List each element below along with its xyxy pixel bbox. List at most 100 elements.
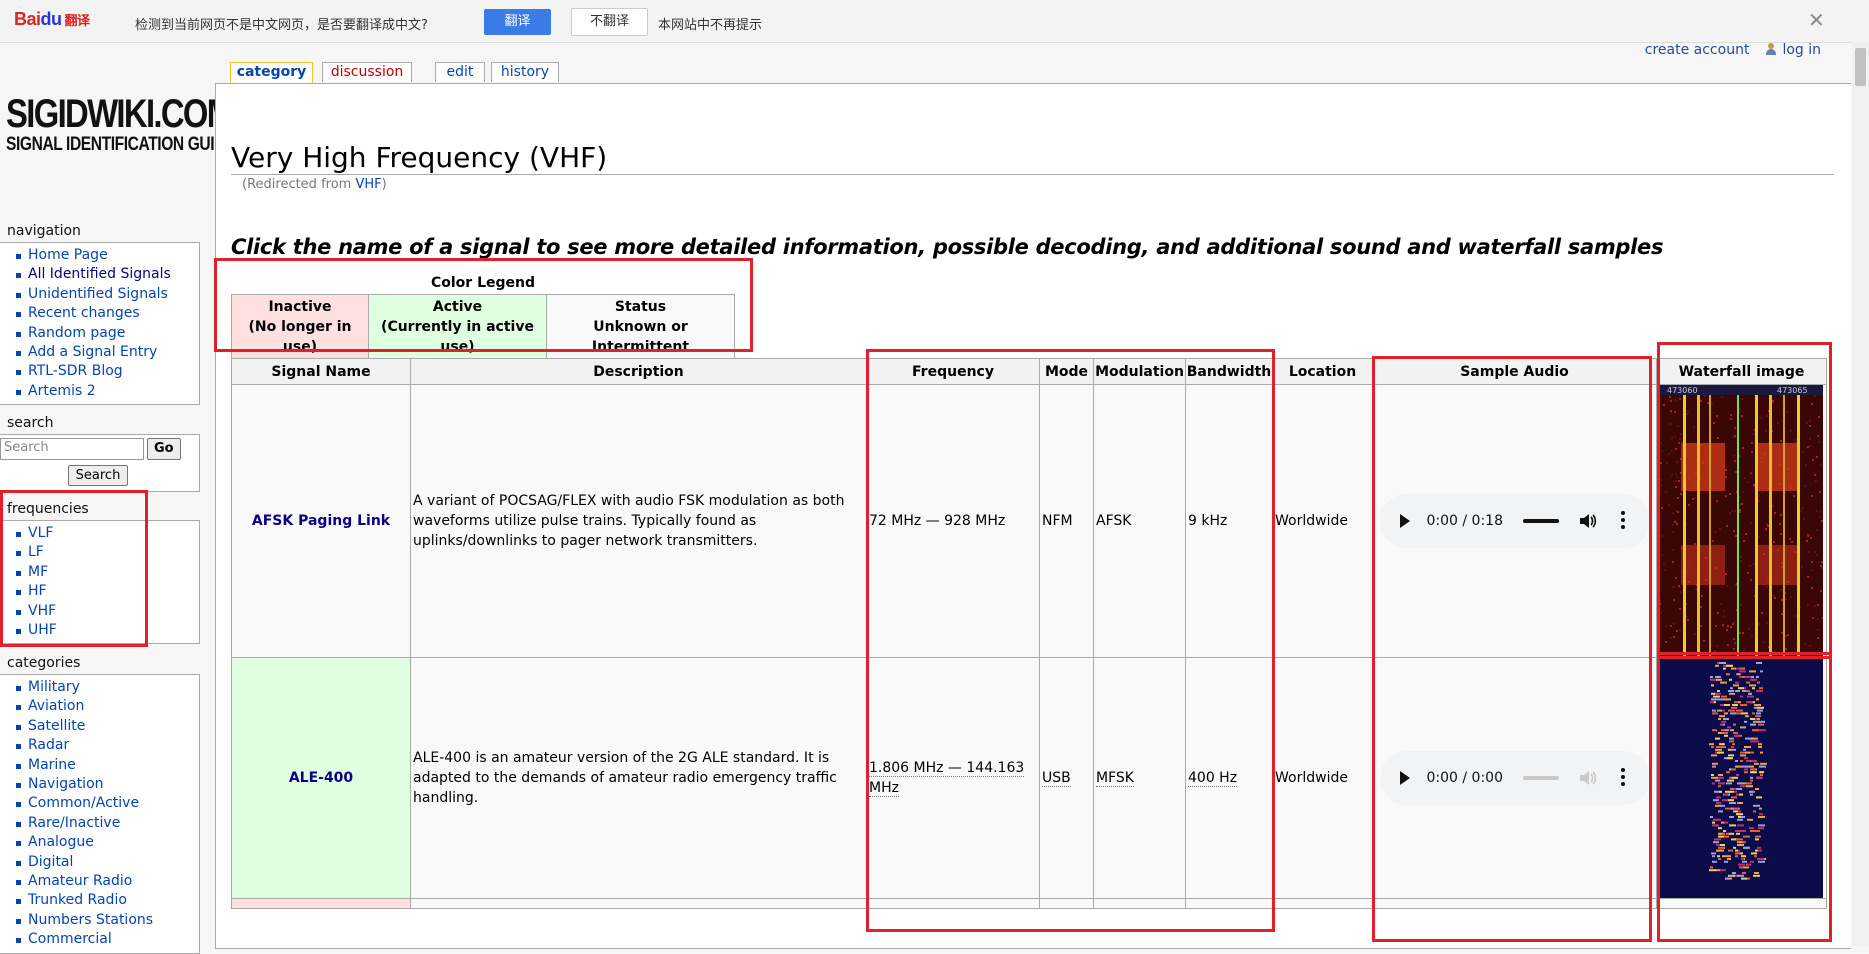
signal-name-cell: AFSK Paging Link (231, 384, 411, 658)
tab-category[interactable]: category (230, 62, 313, 84)
frequency-link[interactable]: HF (28, 583, 47, 599)
nav-item: Unidentified Signals (0, 285, 199, 304)
nav-link[interactable]: Recent changes (28, 305, 140, 321)
translate-button[interactable]: 翻译 (484, 9, 551, 35)
nav-link[interactable]: Add a Signal Entry (28, 344, 157, 360)
category-link[interactable]: Military (28, 679, 80, 695)
category-link[interactable]: Satellite (28, 718, 85, 734)
waterfall-tick-1: 473060 (1667, 386, 1698, 395)
col-modulation[interactable]: Modulation (1093, 358, 1186, 385)
more-options-icon[interactable] (1620, 768, 1625, 788)
nav-item: Add a Signal Entry (0, 343, 199, 362)
volume-icon[interactable] (1578, 769, 1596, 787)
category-item: Navigation (0, 775, 199, 794)
category-link[interactable]: Analogue (28, 834, 94, 850)
col-waterfall[interactable]: Waterfall image (1656, 358, 1827, 385)
tab-history[interactable]: history (491, 62, 559, 82)
log-in-link[interactable]: log in (1765, 42, 1821, 58)
category-link[interactable]: Commercial (28, 931, 112, 947)
more-options-icon[interactable] (1620, 511, 1625, 531)
nav-link[interactable]: Artemis 2 (28, 383, 96, 399)
page-title: Very High Frequency (VHF) (231, 141, 1834, 175)
audio-progress-bar[interactable] (1522, 776, 1559, 780)
signal-name-link[interactable]: AFSK Paging Link (252, 513, 390, 529)
legend-status: Status Unknown or Intermittent (546, 294, 735, 360)
signal-name-link[interactable]: ALE-400 (289, 770, 353, 786)
col-bandwidth[interactable]: Bandwidth (1185, 358, 1273, 385)
nav-link[interactable]: Home Page (28, 247, 108, 263)
location-cell: Worldwide (1272, 384, 1373, 658)
tab-edit[interactable]: edit (435, 62, 485, 82)
nav-item: All Identified Signals (0, 265, 199, 284)
category-item: Military (0, 678, 199, 697)
nav-item: Home Page (0, 246, 199, 265)
nav-link[interactable]: Random page (28, 325, 125, 341)
frequency-item: LF (0, 543, 199, 562)
category-link[interactable]: Radar (28, 737, 69, 753)
user-icon (1765, 43, 1777, 55)
col-mode[interactable]: Mode (1039, 358, 1094, 385)
frequency-link[interactable]: LF (28, 544, 44, 560)
navigation-heading: navigation (7, 223, 81, 239)
nav-link[interactable]: Unidentified Signals (28, 286, 168, 302)
audio-progress-bar[interactable] (1522, 519, 1559, 523)
close-icon[interactable]: ✕ (1808, 8, 1825, 32)
frequency-item: UHF (0, 621, 199, 640)
categories-portlet: categories Military Aviation Satellite Rada… (0, 655, 200, 954)
legend-inactive: Inactive (No longer in use) (231, 294, 369, 360)
waterfall-image-ale400[interactable] (1657, 658, 1823, 898)
bandwidth-cell: 9 kHz (1185, 384, 1273, 658)
category-item: Satellite (0, 717, 199, 736)
category-link[interactable]: Trunked Radio (28, 892, 127, 908)
col-signal-name[interactable]: Signal Name (231, 358, 411, 385)
search-input[interactable]: Search (0, 438, 144, 460)
category-link[interactable]: Amateur Radio (28, 873, 132, 889)
nav-link[interactable]: RTL-SDR Blog (28, 363, 123, 379)
play-icon[interactable] (1399, 771, 1410, 785)
translate-message: 检测到当前网页不是中文网页，是否要翻译成中文? (135, 18, 428, 33)
frequencies-list: VLF LF MF HF VHF UHF (0, 524, 199, 640)
bandwidth-cell: 400 Hz (1185, 657, 1273, 899)
create-account-link[interactable]: create account (1645, 42, 1750, 58)
description-cell: ALE-400 is an amateur version of the 2G … (410, 657, 867, 899)
frequency-link[interactable]: VHF (28, 603, 56, 619)
category-link[interactable]: Numbers Stations (28, 912, 153, 928)
table-row: AFSK Paging Link A variant of POCSAG/FLE… (231, 384, 1827, 658)
waterfall-cell: 473060 473065 (1656, 384, 1827, 658)
col-sample-audio[interactable]: Sample Audio (1372, 358, 1657, 385)
category-link[interactable]: Digital (28, 854, 73, 870)
never-show-link[interactable]: 本网站中不再提示 (658, 14, 762, 33)
waterfall-image-afsk[interactable]: 473060 473065 (1657, 385, 1823, 657)
no-translate-button[interactable]: 不翻译 (571, 8, 648, 36)
col-frequency[interactable]: Frequency (866, 358, 1040, 385)
tab-discussion[interactable]: discussion (322, 62, 412, 82)
play-icon[interactable] (1399, 514, 1410, 528)
col-description[interactable]: Description (410, 358, 867, 385)
go-button[interactable]: Go (147, 438, 181, 460)
audio-player[interactable]: 0:00 / 0:18 (1379, 494, 1650, 548)
category-link[interactable]: Common/Active (28, 795, 139, 811)
frequency-link[interactable]: UHF (28, 622, 57, 638)
nav-link[interactable]: All Identified Signals (28, 266, 171, 282)
category-item: Trunked Radio (0, 891, 199, 910)
category-item: Digital (0, 853, 199, 872)
mode-cell: USB (1039, 657, 1094, 899)
category-link[interactable]: Navigation (28, 776, 104, 792)
frequency-link[interactable]: MF (28, 564, 48, 580)
col-location[interactable]: Location (1272, 358, 1373, 385)
translate-bar: Baidu 翻译 检测到当前网页不是中文网页，是否要翻译成中文? 翻译 不翻译 本… (0, 0, 1869, 43)
frequency-link[interactable]: VLF (28, 525, 53, 541)
volume-icon[interactable] (1578, 512, 1596, 530)
scrollbar-thumb[interactable] (1855, 48, 1866, 86)
vertical-scrollbar[interactable] (1852, 42, 1869, 947)
category-item: Radar (0, 736, 199, 755)
category-link[interactable]: Marine (28, 757, 76, 773)
redirect-link[interactable]: VHF (355, 177, 381, 192)
audio-player[interactable]: 0:00 / 0:00 (1379, 751, 1650, 805)
search-button[interactable]: Search (68, 465, 128, 486)
frequency-item: VHF (0, 602, 199, 621)
category-link[interactable]: Rare/Inactive (28, 815, 120, 831)
audio-cell: 0:00 / 0:18 (1372, 384, 1657, 658)
navigation-portlet: navigation Home Page All Identified Signa… (0, 223, 200, 406)
category-link[interactable]: Aviation (28, 698, 84, 714)
